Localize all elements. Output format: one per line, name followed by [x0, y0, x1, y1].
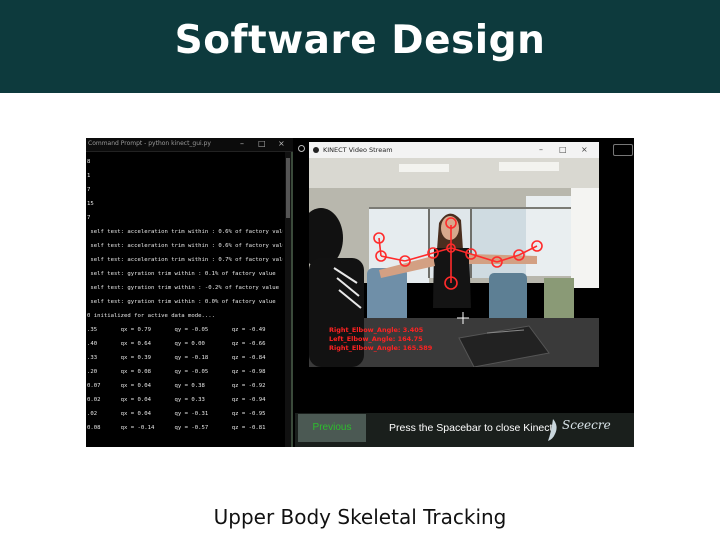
cmd-line: self test: acceleration trim within : 0.…: [87, 229, 283, 235]
slide-caption: Upper Body Skeletal Tracking: [213, 505, 507, 529]
cmd-line: .33 qx = 0.39 qy = -0.18 qz = -0.84: [87, 355, 266, 361]
kinect-bottom-bar: Previous Press the Spacebar to close Kin…: [295, 413, 634, 447]
minimize-icon[interactable]: –: [240, 139, 244, 148]
cmd-line: 0.02 qx = 0.04 qy = 0.33 qz = -0.94: [87, 397, 266, 403]
kinect-window: KINECT Video Stream – □ × Right_Elbow_An…: [295, 138, 634, 447]
ceiling-light: [399, 164, 449, 172]
app-icon: [313, 147, 319, 153]
command-prompt-window: Command Prompt - python kinect_gui.py – …: [86, 138, 293, 447]
cubicle-panel: [544, 278, 574, 318]
close-icon[interactable]: ×: [581, 145, 588, 154]
cmd-line: 15: [87, 201, 94, 207]
screenshot: Command Prompt - python kinect_gui.py – …: [86, 138, 634, 447]
cmd-line: .40 qx = 0.64 qy = 0.00 qz = -0.66: [87, 341, 266, 347]
close-icon[interactable]: ×: [278, 139, 285, 148]
background-window-button[interactable]: [613, 144, 633, 156]
ceiling-light: [499, 162, 559, 171]
bright-window: [571, 188, 599, 288]
cmd-line: 0.08 qx = -0.14 qy = -0.57 qz = -0.81: [87, 425, 266, 431]
kinect-title: KINECT Video Stream: [323, 146, 393, 154]
cmd-line: 7: [87, 215, 91, 221]
angle-readout-3: Right_Elbow_Angle: 165.589: [329, 344, 433, 352]
cmd-line: self test: acceleration trim within : 0.…: [87, 243, 283, 249]
spacebar-instruction: Press the Spacebar to close Kinect: [389, 422, 553, 434]
slide-header: Software Design: [0, 0, 720, 93]
logo-text: Sceecre: [562, 418, 611, 432]
cmd-line: self test: gyration trim within : 0.1% o…: [87, 271, 276, 277]
cmd-line: 0 initialized for active data mode....: [87, 313, 215, 319]
cmd-line: self test: acceleration trim within : 0.…: [87, 257, 283, 263]
kinect-video-feed: Right_Elbow_Angle: 3.405 Left_Elbow_Angl…: [309, 158, 599, 367]
cmd-line: self test: gyration trim within : -0.2% …: [87, 285, 279, 291]
cmd-line: 0.07 qx = 0.04 qy = 0.38 qz = -0.92: [87, 383, 266, 389]
window-margin-icon: [298, 145, 305, 152]
cmd-scrollbar-thumb[interactable]: [286, 158, 290, 218]
cmd-line: .35 qx = 0.79 qy = -0.05 qz = -0.49: [87, 327, 266, 333]
kinect-titlebar[interactable]: KINECT Video Stream – □ ×: [309, 142, 599, 158]
cmd-line: self test: gyration trim within : 0.0% o…: [87, 299, 276, 305]
cmd-line: 1: [87, 173, 91, 179]
leaf-icon: [548, 419, 557, 441]
maximize-icon[interactable]: □: [258, 139, 266, 148]
logo: Sceecre: [542, 416, 634, 446]
cmd-titlebar[interactable]: Command Prompt - python kinect_gui.py – …: [86, 138, 293, 152]
person-torso: [433, 248, 471, 308]
video-frame: Right_Elbow_Angle: 3.405 Left_Elbow_Angl…: [309, 158, 599, 367]
cmd-line: .20 qx = 0.08 qy = -0.05 qz = -0.98: [87, 369, 266, 375]
angle-readout-2: Left_Elbow_Angle: 164.75: [329, 335, 423, 343]
cmd-line: 7: [87, 187, 91, 193]
minimize-icon[interactable]: –: [539, 145, 543, 154]
slide-title: Software Design: [174, 18, 546, 63]
cmd-output: 8 1 7 15 7 self test: acceleration trim with…: [87, 155, 283, 435]
angle-readout-1: Right_Elbow_Angle: 3.405: [329, 326, 424, 334]
cmd-line: .02 qx = 0.04 qy = -0.31 qz = -0.95: [87, 411, 266, 417]
maximize-icon[interactable]: □: [559, 145, 567, 154]
previous-button[interactable]: Previous: [298, 414, 366, 442]
cmd-line: 8: [87, 159, 91, 165]
cmd-title: Command Prompt - python kinect_gui.py: [88, 140, 211, 147]
